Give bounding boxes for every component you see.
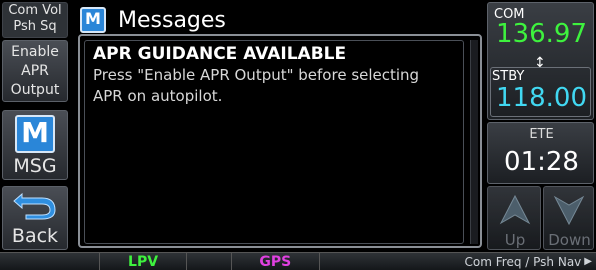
enable-apr-line3: Output bbox=[10, 82, 60, 98]
enable-apr-line2: APR bbox=[21, 63, 49, 79]
com-vol-label: Com Vol bbox=[8, 3, 62, 18]
ete-label: ETE bbox=[529, 127, 554, 142]
down-arrow-icon bbox=[552, 193, 586, 231]
message-text-line2: APR on autopilot. bbox=[93, 87, 223, 105]
up-arrow-icon bbox=[498, 193, 532, 231]
back-button[interactable]: Back bbox=[2, 186, 68, 250]
psh-sq-label: Psh Sq bbox=[13, 19, 57, 34]
status-cell-empty-1 bbox=[0, 253, 100, 270]
down-label: Down bbox=[548, 231, 591, 249]
message-text-line1: Press "Enable APR Output" before selecti… bbox=[93, 66, 420, 84]
down-button[interactable]: Down bbox=[543, 186, 594, 250]
ete-panel: ETE 01:28 bbox=[487, 122, 594, 184]
com-vol-psh-sq-label: Com Vol Psh Sq bbox=[2, 2, 68, 38]
msg-label: MSG bbox=[13, 155, 57, 177]
msg-button[interactable]: M MSG bbox=[2, 110, 68, 180]
page-title: Messages bbox=[118, 7, 226, 33]
com-radio-panel[interactable]: COM 136.97 ↕ STBY 118.00 bbox=[487, 2, 594, 120]
up-button[interactable]: Up bbox=[487, 186, 541, 250]
back-arrow-icon bbox=[12, 190, 58, 224]
gps-indicator: GPS bbox=[259, 253, 292, 270]
up-label: Up bbox=[504, 231, 526, 249]
messages-window: APR GUIDANCE AVAILABLE Press "Enable APR… bbox=[78, 34, 482, 248]
lpv-indicator: LPV bbox=[128, 253, 159, 270]
knob-hint: Com Freq / Psh Nav bbox=[464, 254, 582, 269]
ete-value: 01:28 bbox=[504, 147, 579, 177]
status-bar: LPV GPS Com Freq / Psh Nav ▶ bbox=[0, 252, 596, 270]
message-icon: M bbox=[15, 115, 55, 153]
messages-icon: M bbox=[80, 7, 106, 33]
back-label: Back bbox=[11, 225, 59, 247]
status-cell-empty-2 bbox=[187, 253, 232, 270]
status-cell-mode2: GPS bbox=[232, 253, 320, 270]
enable-apr-output-button[interactable]: Enable APR Output bbox=[2, 40, 68, 102]
com-active-frequency: 136.97 bbox=[496, 19, 587, 49]
messages-title-bar: M Messages bbox=[80, 6, 480, 34]
standby-frequency: 118.00 bbox=[496, 83, 587, 113]
enable-apr-line1: Enable bbox=[11, 44, 59, 60]
status-cell-hint: Com Freq / Psh Nav ▶ bbox=[320, 253, 596, 270]
knob-arrow-icon: ▶ bbox=[584, 256, 592, 267]
scrollbar[interactable] bbox=[470, 40, 478, 244]
message-item[interactable]: APR GUIDANCE AVAILABLE Press "Enable APR… bbox=[84, 40, 464, 244]
status-cell-mode1: LPV bbox=[100, 253, 188, 270]
message-heading: APR GUIDANCE AVAILABLE bbox=[93, 44, 347, 64]
